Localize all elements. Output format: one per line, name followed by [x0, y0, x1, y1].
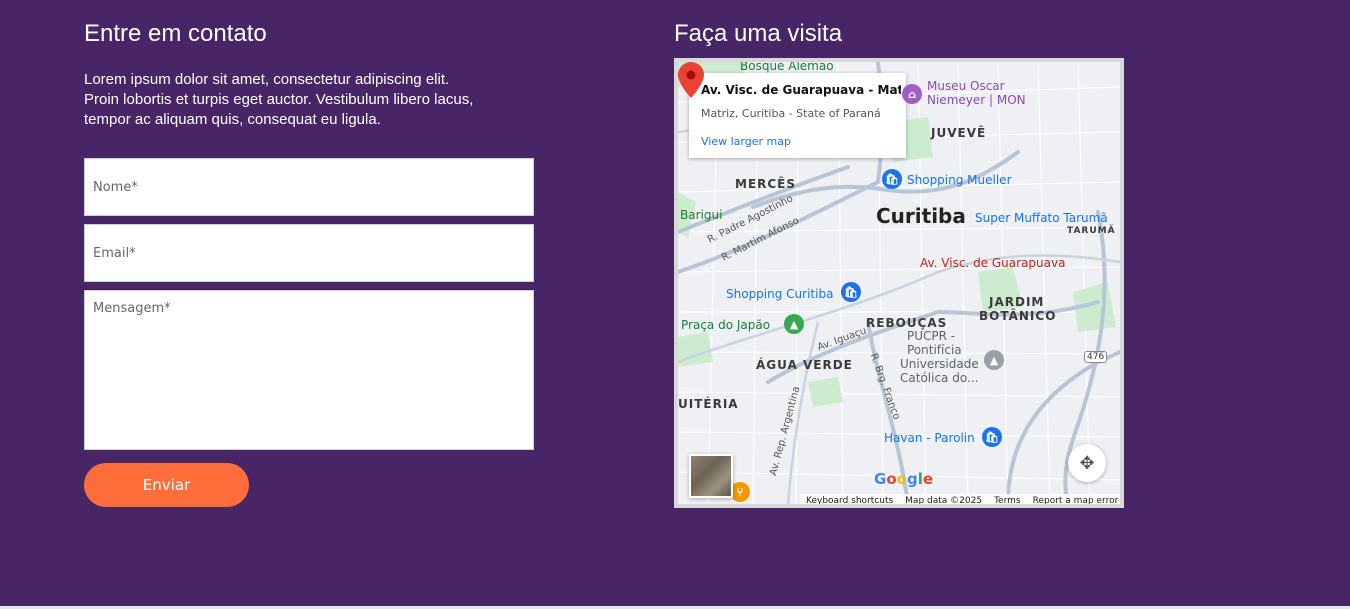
map-label-shopping-curitiba: Shopping Curitiba: [726, 287, 834, 301]
map-label-super-muffato: Super Muffato Tarumã: [975, 211, 1108, 225]
shopping-icon[interactable]: 🛍: [841, 282, 861, 302]
restaurant-icon[interactable]: ⑂: [730, 482, 750, 502]
university-icon[interactable]: ▲: [984, 350, 1004, 370]
info-title: Av. Visc. de Guarapuava - Mat...: [701, 83, 901, 97]
map-camera-control-button[interactable]: ✥: [1068, 444, 1106, 482]
location-marker-icon[interactable]: [678, 62, 704, 98]
info-subtitle: Matriz, Curitiba - State of Paraná: [701, 107, 881, 120]
map-label-curitiba: Curitiba: [876, 204, 966, 228]
contact-intro: Lorem ipsum dolor sit amet, consectetur …: [84, 70, 504, 130]
map-label-merces: MERCÊS: [735, 177, 797, 191]
map-label-barigui: Barigui: [680, 208, 723, 222]
intro-line: Proin lobortis et turpis eget auctor. Ve…: [84, 91, 474, 108]
satellite-toggle-button[interactable]: [689, 454, 733, 498]
map-info-card: Av. Visc. de Guarapuava - Mat... Matriz,…: [689, 73, 906, 158]
museum-icon[interactable]: ⌂: [902, 84, 922, 104]
terms-link[interactable]: Terms: [994, 496, 1021, 504]
keyboard-shortcuts-link[interactable]: Keyboard shortcuts: [806, 496, 893, 504]
map-label-reboucas: REBOUÇAS: [866, 316, 948, 330]
map-label-museu-2: Niemeyer | MON: [927, 93, 1026, 107]
map-label-pucpr-1: PUCPR -: [907, 329, 956, 343]
view-larger-map-link[interactable]: View larger map: [701, 135, 791, 148]
email-field[interactable]: [84, 224, 534, 282]
map-footer: Keyboard shortcuts Map data ©2025 Terms …: [800, 494, 1120, 504]
map-label-pucpr-3: Universidade: [900, 357, 979, 371]
route-shield: 476: [1084, 351, 1108, 363]
map-label-havan: Havan - Parolin: [884, 431, 975, 445]
map-label-taruma: TARUMÃ: [1067, 226, 1116, 236]
map-canvas[interactable]: Av. Visc. de Guarapuava - Mat... Matriz,…: [678, 62, 1120, 504]
map-label-uiteria: UITÉRIA: [678, 397, 739, 411]
map-label-bosque: Bosque Alemão: [740, 62, 834, 73]
map-label-jardim: JARDIM: [989, 295, 1045, 309]
shopping-icon[interactable]: 🛍: [982, 427, 1002, 447]
map-label-museu-1: Museu Oscar: [927, 79, 1005, 93]
shopping-icon[interactable]: 🛍: [882, 169, 902, 189]
google-logo-letter: g: [906, 470, 918, 488]
google-logo: Google: [874, 470, 933, 488]
map-label-pucpr-2: Pontifícia: [907, 343, 962, 357]
google-logo-letter: o: [896, 470, 907, 488]
map-label-agua-verde: ÁGUA VERDE: [756, 358, 853, 372]
name-field[interactable]: [84, 158, 534, 216]
map-label-marker: Av. Visc. de Guarapuava: [920, 256, 1066, 270]
visit-title: Faça uma visita: [674, 20, 843, 47]
report-error-link[interactable]: Report a map error: [1033, 496, 1119, 504]
google-logo-letter: G: [874, 470, 887, 488]
submit-button[interactable]: Enviar: [84, 463, 249, 507]
map-data-text: Map data ©2025: [905, 496, 983, 504]
map-label-botanico: BOTÂNICO: [979, 309, 1057, 323]
google-logo-letter: o: [886, 470, 897, 488]
map-embed[interactable]: Av. Visc. de Guarapuava - Mat... Matriz,…: [674, 58, 1124, 508]
map-label-praca-japao: Praça do Japão: [681, 318, 771, 332]
contact-title: Entre em contato: [84, 20, 267, 47]
message-field[interactable]: [84, 290, 534, 450]
map-label-shopping-mueller: Shopping Mueller: [907, 173, 1012, 187]
map-label-juveve: JUVEVÊ: [931, 126, 987, 140]
intro-line: Lorem ipsum dolor sit amet, consectetur …: [84, 71, 450, 88]
map-label-pucpr-4: Católica do...: [900, 371, 979, 385]
park-icon[interactable]: ▲: [784, 314, 804, 334]
intro-line: tempor ac aliquam quis, consequat eu lig…: [84, 111, 381, 128]
google-logo-letter: e: [922, 470, 934, 488]
